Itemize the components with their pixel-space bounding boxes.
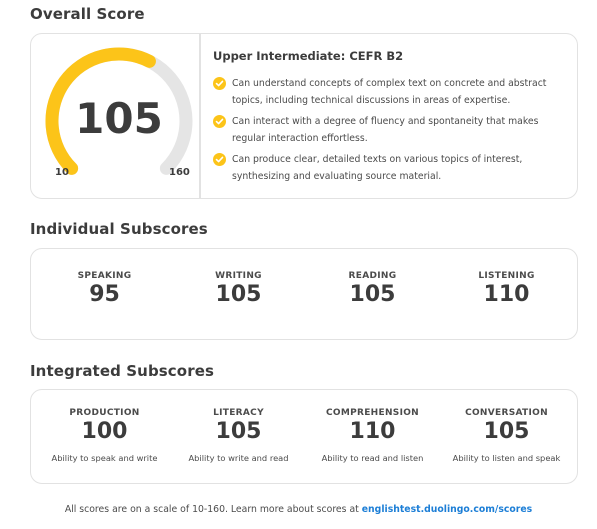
subscore-value: 95: [89, 282, 120, 307]
integrated-subscores-card: PRODUCTION 100 Ability to speak and writ…: [30, 389, 578, 484]
overall-score-title: Overall Score: [30, 5, 145, 23]
subscore-production: PRODUCTION 100 Ability to speak and writ…: [37, 408, 172, 463]
subscore-comprehension: COMPREHENSION 110 Ability to read and li…: [305, 408, 440, 463]
score-gauge: 105 10 160: [39, 34, 199, 198]
subscore-value: 105: [483, 419, 530, 444]
subscore-value: 110: [349, 419, 396, 444]
subscore-value: 105: [215, 419, 262, 444]
subscore-label: SPEAKING: [77, 271, 132, 281]
footnote-text: All scores are on a scale of 10-160. Lea…: [64, 504, 362, 515]
subscore-value: 105: [215, 282, 262, 307]
subscore-label: WRITING: [215, 271, 262, 281]
subscore-literacy: LITERACY 105 Ability to write and read: [171, 408, 306, 463]
subscore-label: CONVERSATION: [465, 408, 548, 418]
subscore-label: READING: [348, 271, 397, 281]
card-divider: [199, 34, 201, 198]
subscore-value: 110: [483, 282, 530, 307]
cefr-level-title: Upper Intermediate: CEFR B2: [213, 49, 404, 63]
gauge-max-label: 160: [169, 167, 190, 178]
scale-footnote: All scores are on a scale of 10-160. Lea…: [0, 504, 597, 515]
subscore-reading: READING 105: [305, 271, 440, 307]
overall-score-card: 105 10 160 Upper Intermediate: CEFR B2 C…: [30, 33, 578, 199]
subscore-label: PRODUCTION: [69, 408, 140, 418]
individual-subscores-title: Individual Subscores: [30, 220, 208, 238]
subscore-description: Ability to read and listen: [321, 453, 424, 463]
subscore-label: LISTENING: [478, 271, 535, 281]
subscore-value: 100: [81, 419, 128, 444]
scores-info-link[interactable]: englishtest.duolingo.com/scores: [362, 504, 532, 515]
check-circle-icon: [213, 115, 226, 128]
descriptor-text: Can produce clear, detailed texts on var…: [232, 154, 523, 182]
subscore-value: 105: [349, 282, 396, 307]
individual-subscores-card: SPEAKING 95 WRITING 105 READING 105 LIST…: [30, 248, 578, 340]
subscore-listening: LISTENING 110: [439, 271, 574, 307]
overall-score-value: 105: [75, 94, 163, 143]
integrated-subscores-title: Integrated Subscores: [30, 362, 215, 380]
subscore-speaking: SPEAKING 95: [37, 271, 172, 307]
descriptor-text: Can understand concepts of complex text …: [232, 78, 547, 106]
subscore-description: Ability to listen and speak: [452, 453, 561, 463]
subscore-description: Ability to speak and write: [51, 453, 158, 463]
subscore-label: LITERACY: [213, 408, 264, 418]
subscore-conversation: CONVERSATION 105 Ability to listen and s…: [439, 408, 574, 463]
subscore-description: Ability to write and read: [188, 453, 289, 463]
subscore-writing: WRITING 105: [171, 271, 306, 307]
subscore-label: COMPREHENSION: [325, 408, 419, 418]
descriptor-text: Can interact with a degree of fluency an…: [232, 116, 539, 144]
check-circle-icon: [213, 77, 226, 90]
gauge-min-label: 10: [55, 167, 69, 178]
check-circle-icon: [213, 153, 226, 166]
